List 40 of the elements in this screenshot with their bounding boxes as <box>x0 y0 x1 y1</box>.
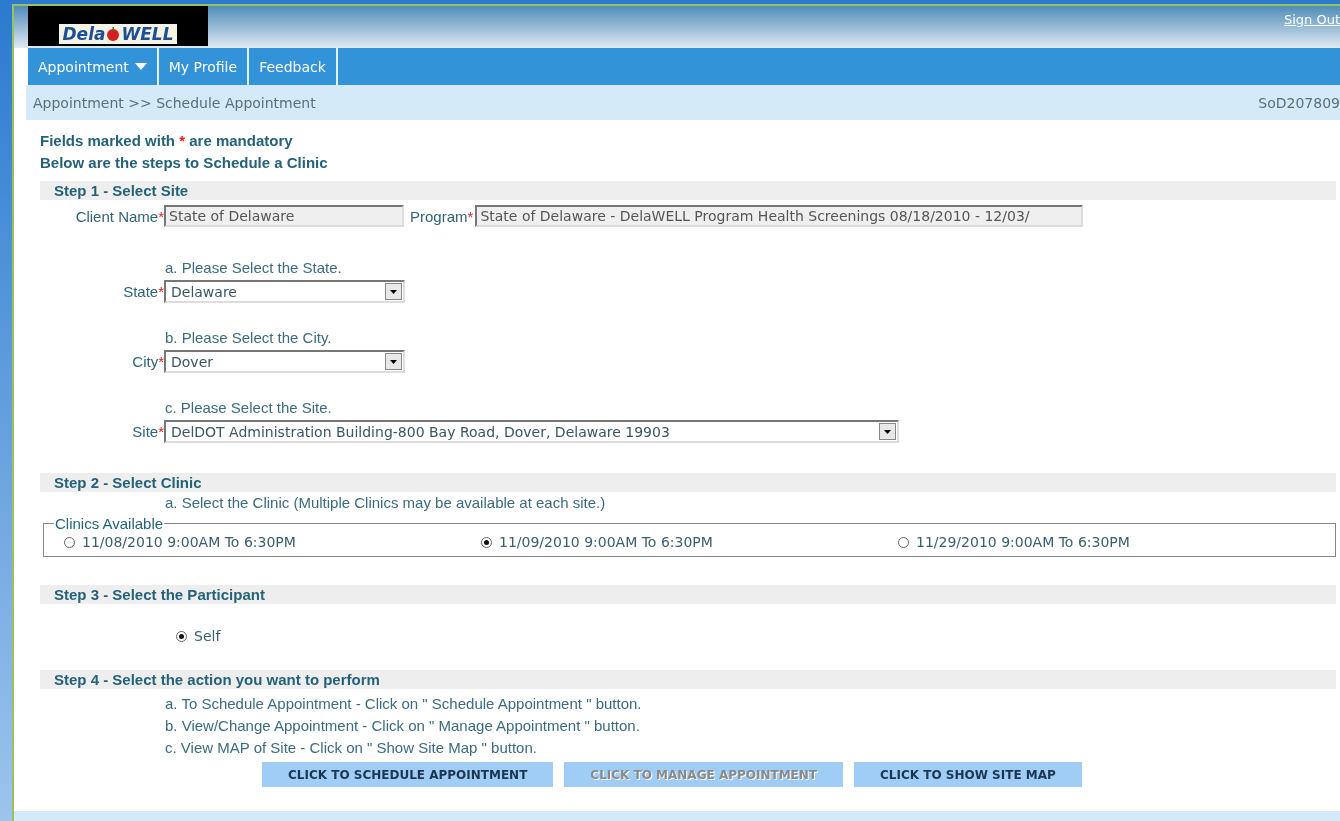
dropdown[interactable]: Delaware <box>164 280 405 303</box>
client-name-field[interactable]: State of Delaware <box>164 205 404 227</box>
section-header: Step 3 - Select the Participant <box>40 585 1336 604</box>
radio-label: 11/29/2010 9:00AM To 6:30PM <box>916 534 1130 550</box>
section-header: Step 4 - Select the action you want to perform <box>40 670 1336 689</box>
action-button[interactable]: CLICK TO SHOW SITE MAP <box>854 762 1082 787</box>
radio-button[interactable] <box>481 536 492 548</box>
caret-icon <box>134 63 147 70</box>
instruction-text: a. Select the Clinic (Multiple Clinics may be available at each site.) <box>165 494 607 511</box>
field-label: Site* <box>131 423 164 440</box>
program-field[interactable]: State of Delaware - DelaWELL Program Health Screenings 08/18/2010 - 12/03/ <box>475 205 1084 227</box>
breadcrumb: Appointment >> Schedule Appointment <box>33 94 316 111</box>
section-header: Step 2 - Select Clinic <box>40 473 1336 492</box>
apple-icon <box>105 26 122 42</box>
instruction-text: a. Please Select the State. <box>165 259 343 276</box>
radio-label: Self <box>194 628 221 644</box>
field-label: State* <box>122 283 164 300</box>
steps-note: Below are the steps to Schedule a Clinic <box>40 153 329 173</box>
session-code: SoD207809 <box>1258 94 1340 111</box>
instruction-text: c. View MAP of Site - Click on " Show Site Map " button. <box>165 738 538 758</box>
logo-text: WELL <box>121 24 174 44</box>
logo-text: Dela <box>62 24 106 44</box>
radio-button[interactable] <box>898 536 909 548</box>
instruction-text: b. View/Change Appointment - Click on " Manage Appointment " button. <box>165 716 641 736</box>
dropdown[interactable]: DelDOT Administration Building-800 Bay Road, Dover, Delaware 19903 <box>164 420 899 443</box>
instruction-text: a. To Schedule Appointment - Click on " Schedule Appointment " button. <box>165 694 643 714</box>
mandatory-note: Fields marked with * are mandatory <box>40 131 294 151</box>
section-header: Step 1 - Select Site <box>40 181 1336 200</box>
instruction-text: b. Please Select the City. <box>165 329 333 346</box>
group-legend: Clinics Available <box>54 515 165 532</box>
field-label: City* <box>131 353 164 370</box>
dropdown[interactable]: Dover <box>164 350 405 373</box>
radio-label: 11/08/2010 9:00AM To 6:30PM <box>82 534 296 550</box>
instruction-text: c. Please Select the Site. <box>165 399 333 416</box>
radio-label: 11/09/2010 9:00AM To 6:30PM <box>499 534 713 550</box>
radio-button[interactable] <box>64 536 75 548</box>
radio-button[interactable] <box>176 630 187 642</box>
action-button[interactable]: CLICK TO SCHEDULE APPOINTMENT <box>262 762 554 787</box>
field-label: Program* <box>410 207 474 225</box>
field-label: Client Name* <box>74 207 164 225</box>
